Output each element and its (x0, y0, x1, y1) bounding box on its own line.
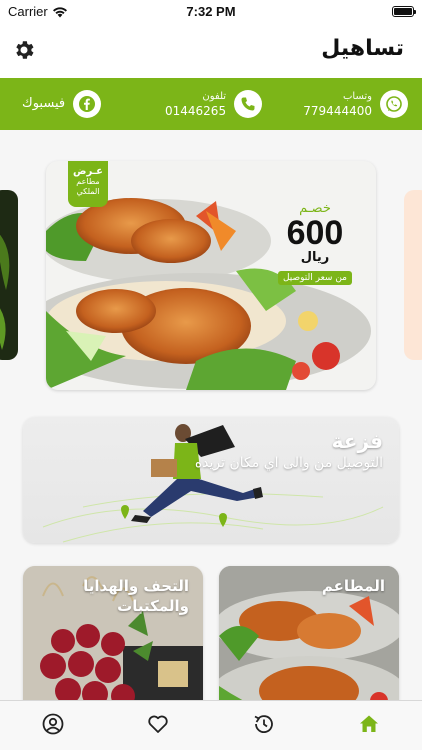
phone-label: تلفون (202, 91, 227, 102)
whatsapp-contact[interactable]: وتساب 779444400 (303, 78, 408, 130)
category-gifts-label: التحف والهدايا والمكتبات (83, 576, 189, 616)
promo-tag: عـرض مطاعم الملكي (68, 161, 108, 207)
delivery-card-subtitle: التوصيل من والى اي مكان تريده (194, 455, 383, 471)
profile-icon (41, 712, 65, 740)
tab-home[interactable] (317, 701, 422, 750)
discount-note: من سعر التوصيل (277, 271, 352, 285)
home-content[interactable]: عـرض مطاعم الملكي خصـم 600 ريال من سعر ا… (0, 130, 422, 700)
contact-bar: وتساب 779444400 تلفون 01446265 فيسبوك (0, 78, 422, 130)
delivery-service-card[interactable]: فزعة التوصيل من والى اي مكان تريده (23, 417, 399, 543)
home-icon (357, 712, 381, 740)
delivery-card-title: فزعة (331, 429, 383, 453)
promo-tag-line2: مطاعم (76, 177, 100, 186)
phone-contact[interactable]: تلفون 01446265 (165, 78, 263, 130)
discount-currency: ريال (300, 250, 330, 265)
app-header: تساهيل (0, 24, 422, 78)
discount-amount: 600 (286, 214, 344, 252)
category-gifts-line2: والمكتبات (117, 597, 189, 615)
whatsapp-label: وتساب (343, 91, 372, 102)
category-gifts[interactable]: التحف والهدايا والمكتبات (23, 566, 203, 700)
promo-tag-line1: عـرض (73, 166, 103, 177)
promo-tag-line3: الملكي (76, 187, 100, 196)
status-bar: Carrier 7:32 PM (0, 0, 422, 24)
promo-banner[interactable]: عـرض مطاعم الملكي خصـم 600 ريال من سعر ا… (46, 161, 376, 390)
clock: 7:32 PM (186, 4, 236, 19)
tab-history[interactable] (211, 701, 317, 750)
whatsapp-icon (380, 90, 408, 118)
category-restaurants-label: المطاعم (322, 576, 385, 596)
category-restaurants[interactable]: المطاعم (219, 566, 399, 700)
heart-icon (146, 712, 170, 740)
category-restaurants-line1: المطاعم (321, 577, 385, 595)
page-title: تساهيل (321, 36, 404, 61)
tab-favorites[interactable] (106, 701, 212, 750)
facebook-contact[interactable]: فيسبوك (22, 78, 102, 130)
battery-icon (392, 6, 416, 17)
gear-icon[interactable] (12, 38, 36, 62)
facebook-label: فيسبوك (22, 96, 66, 111)
phone-icon (234, 90, 263, 118)
discount-label: خصـم 600 ريال من سعر التوصيل (277, 201, 352, 285)
facebook-icon (73, 90, 102, 118)
history-icon (252, 712, 276, 740)
category-gifts-line1: التحف والهدايا (83, 577, 189, 595)
carousel-next-slide[interactable] (404, 190, 422, 360)
bottom-tab-bar (0, 700, 422, 750)
carousel-prev-slide[interactable] (0, 190, 18, 360)
phone-number: 01446265 (165, 104, 227, 118)
whatsapp-number: 779444400 (303, 104, 372, 118)
tab-profile[interactable] (0, 701, 106, 750)
